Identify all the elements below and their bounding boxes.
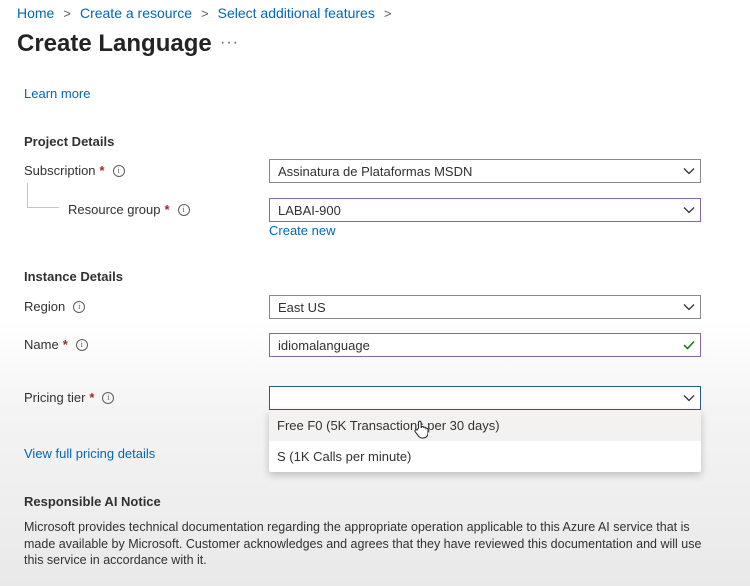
subscription-label-text: Subscription <box>24 163 96 178</box>
pricing-tier-label: Pricing tier * i <box>24 390 115 405</box>
instance-details-heading: Instance Details <box>24 269 123 284</box>
breadcrumb-select-features[interactable]: Select additional features <box>218 5 375 21</box>
pricing-tier-label-text: Pricing tier <box>24 390 86 405</box>
pricing-option-free-f0[interactable]: Free F0 (5K Transactions per 30 days) <box>269 410 701 441</box>
required-asterisk: * <box>164 202 170 217</box>
region-label-text: Region <box>24 299 66 314</box>
breadcrumb-home[interactable]: Home <box>17 5 54 21</box>
subscription-value: Assinatura de Plataformas MSDN <box>278 163 473 179</box>
info-icon[interactable]: i <box>112 164 125 177</box>
name-label: Name * i <box>24 337 88 352</box>
required-asterisk: * <box>62 337 68 352</box>
page-title: Create Language <box>17 30 212 57</box>
breadcrumb-create-resource[interactable]: Create a resource <box>80 5 192 21</box>
name-value: idiomalanguage <box>278 337 370 353</box>
more-options-icon[interactable]: ··· <box>220 34 239 52</box>
responsible-ai-body: Microsoft provides technical documentati… <box>24 520 702 567</box>
view-pricing-link[interactable]: View full pricing details <box>24 446 155 461</box>
chevron-right-icon: > <box>201 5 209 21</box>
info-icon[interactable]: i <box>177 203 190 216</box>
region-value: East US <box>278 299 326 315</box>
chevron-down-icon <box>678 199 700 221</box>
subscription-label: Subscription * i <box>24 163 125 178</box>
checkmark-icon <box>678 340 700 350</box>
region-select[interactable]: East US <box>269 295 701 319</box>
pricing-option-s[interactable]: S (1K Calls per minute) <box>269 441 701 472</box>
resource-group-label: Resource group * i <box>68 202 190 217</box>
info-icon[interactable]: i <box>102 391 115 404</box>
breadcrumb: Home > Create a resource > Select additi… <box>17 5 400 21</box>
tree-connector <box>27 207 59 208</box>
required-asterisk: * <box>99 163 105 178</box>
responsible-ai-heading: Responsible AI Notice <box>24 494 161 509</box>
chevron-down-icon <box>678 296 700 318</box>
chevron-down-icon <box>678 160 700 182</box>
chevron-right-icon: > <box>63 5 71 21</box>
create-new-link[interactable]: Create new <box>269 223 335 238</box>
resource-group-value: LABAI-900 <box>278 202 341 218</box>
name-input[interactable]: idiomalanguage <box>269 333 701 357</box>
pricing-tier-dropdown: Free F0 (5K Transactions per 30 days) S … <box>269 410 701 472</box>
required-asterisk: * <box>89 390 95 405</box>
project-details-heading: Project Details <box>24 134 115 149</box>
learn-more-link[interactable]: Learn more <box>24 86 90 101</box>
resource-group-select[interactable]: LABAI-900 <box>269 198 701 222</box>
chevron-down-icon <box>678 387 700 409</box>
info-icon[interactable]: i <box>73 300 86 313</box>
subscription-select[interactable]: Assinatura de Plataformas MSDN <box>269 159 701 183</box>
tree-connector <box>27 183 28 207</box>
name-label-text: Name <box>24 337 59 352</box>
chevron-right-icon: > <box>383 5 392 21</box>
resource-group-label-text: Resource group <box>68 202 161 217</box>
pricing-tier-select[interactable] <box>269 386 701 410</box>
region-label: Region i <box>24 299 86 314</box>
info-icon[interactable]: i <box>75 338 88 351</box>
mouse-pointer-icon <box>414 420 429 445</box>
